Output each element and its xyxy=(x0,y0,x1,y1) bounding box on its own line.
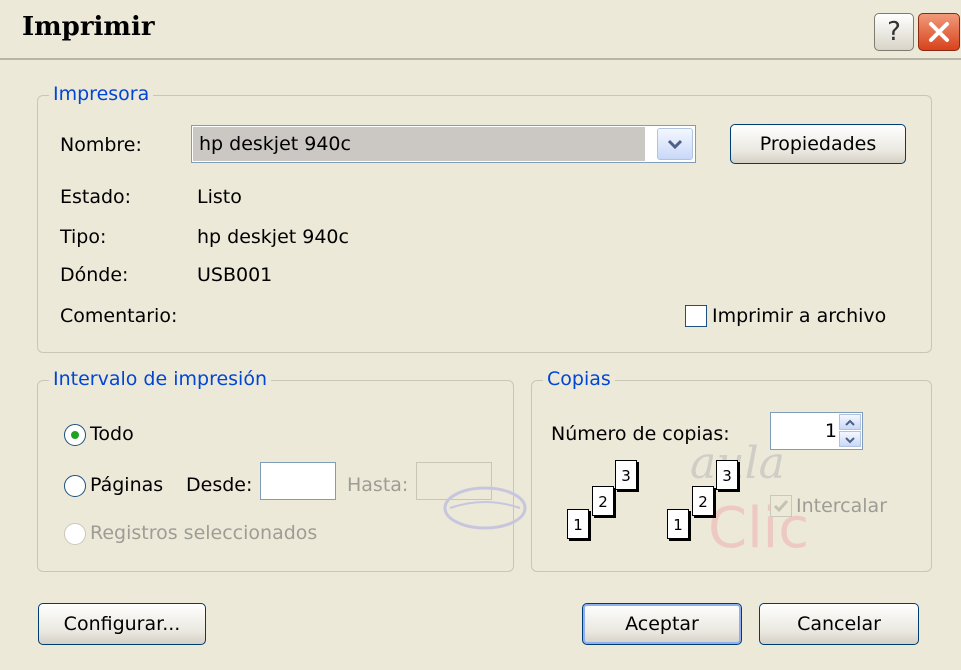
range-all-label[interactable]: Todo xyxy=(90,423,134,445)
printer-comment-label: Comentario: xyxy=(60,305,178,327)
printer-status-value: Listo xyxy=(197,186,242,208)
printer-type-value: hp deskjet 940c xyxy=(197,226,349,248)
copies-group-label: Copias xyxy=(543,368,615,390)
cancel-button-label: Cancelar xyxy=(797,613,881,635)
collate-page: 3 xyxy=(615,460,637,490)
printer-where-value: USB001 xyxy=(197,264,273,286)
aulaclic-watermark-mouse xyxy=(443,486,527,530)
print-to-file-label[interactable]: Imprimir a archivo xyxy=(712,305,886,327)
printer-name-select[interactable]: hp deskjet 940c xyxy=(191,125,696,163)
printer-group-label: Impresora xyxy=(49,83,154,105)
dialog-title: Imprimir xyxy=(22,12,155,42)
printer-name-label: Nombre: xyxy=(60,134,142,156)
arrow-up-icon xyxy=(845,419,855,426)
range-pages-radio[interactable] xyxy=(64,475,86,497)
collate-page: 1 xyxy=(667,509,689,539)
collate-page: 2 xyxy=(692,486,714,516)
ok-button[interactable]: Aceptar xyxy=(582,603,742,645)
title-bar[interactable]: Imprimir ? xyxy=(0,0,961,60)
range-selection-label[interactable]: Registros seleccionados xyxy=(90,522,317,544)
dropdown-arrow-button[interactable] xyxy=(657,128,693,160)
range-from-input[interactable] xyxy=(260,462,336,500)
chevron-down-icon xyxy=(667,139,683,150)
help-button[interactable]: ? xyxy=(874,13,914,51)
close-button[interactable] xyxy=(918,13,960,51)
range-from-label: Desde: xyxy=(186,474,253,496)
printer-status-label: Estado: xyxy=(60,186,132,208)
close-icon xyxy=(929,22,949,42)
range-selection-radio[interactable] xyxy=(64,523,86,545)
collate-page: 1 xyxy=(567,509,589,539)
configure-button[interactable]: Configurar... xyxy=(38,603,206,645)
checkmark-icon xyxy=(773,500,789,513)
range-to-label: Hasta: xyxy=(347,474,409,496)
printer-name-value: hp deskjet 940c xyxy=(193,127,645,161)
print-dialog: Imprimir ? Impresora Nombre: hp deskjet … xyxy=(0,0,961,670)
spin-down-button[interactable] xyxy=(839,431,861,447)
collate-page: 2 xyxy=(592,486,614,516)
help-icon: ? xyxy=(887,17,901,47)
range-all-radio[interactable] xyxy=(64,424,86,446)
cancel-button[interactable]: Cancelar xyxy=(759,603,919,645)
printer-type-label: Tipo: xyxy=(60,226,107,248)
print-range-group-label: Intervalo de impresión xyxy=(49,368,271,390)
collate-label[interactable]: Intercalar xyxy=(796,495,887,517)
ok-button-label: Aceptar xyxy=(625,613,699,635)
watermark-text-bottom: Clic xyxy=(708,496,810,561)
printer-where-label: Dónde: xyxy=(60,264,129,286)
print-to-file-checkbox[interactable] xyxy=(685,305,707,327)
range-pages-label[interactable]: Páginas xyxy=(90,474,163,496)
spin-up-button[interactable] xyxy=(839,414,861,430)
configure-button-label: Configurar... xyxy=(63,613,181,635)
collate-checkbox[interactable] xyxy=(770,495,792,517)
collate-page: 3 xyxy=(716,460,738,490)
arrow-down-icon xyxy=(845,437,855,444)
properties-button-label: Propiedades xyxy=(759,133,877,155)
properties-button[interactable]: Propiedades xyxy=(730,124,906,164)
